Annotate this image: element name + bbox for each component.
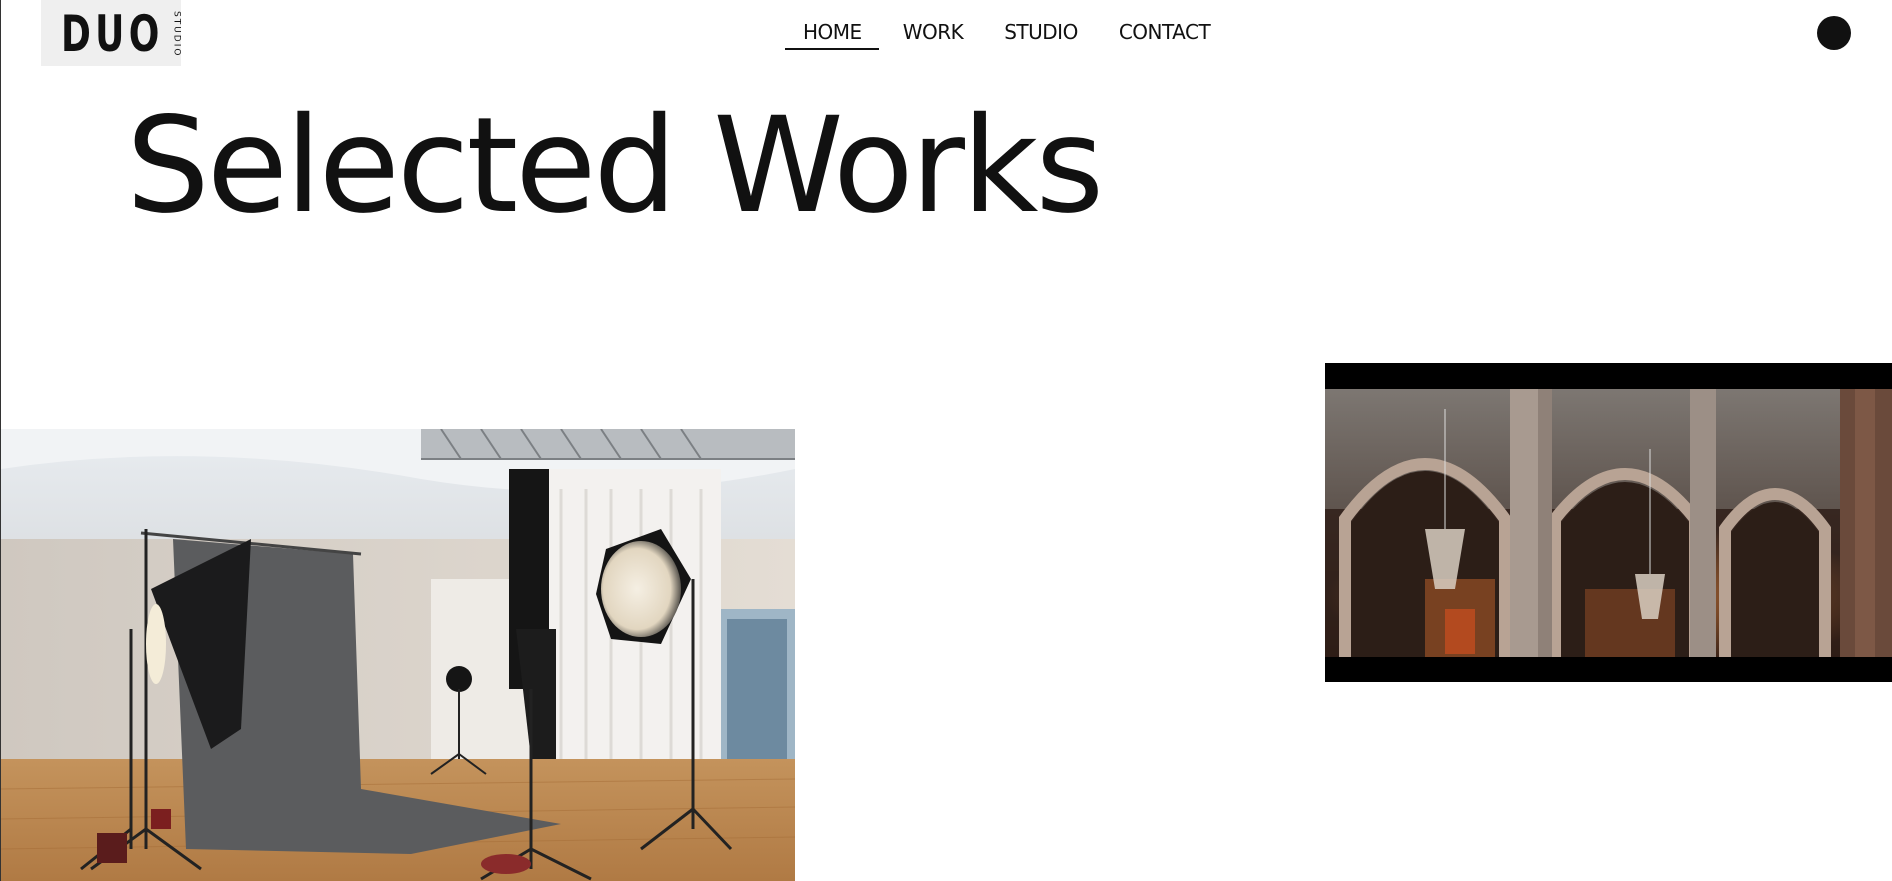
nav-active-underline: [785, 48, 879, 50]
logo-wordmark: DUO: [60, 5, 164, 63]
nav-studio[interactable]: STUDIO: [1004, 18, 1078, 52]
menu-dot-button[interactable]: [1817, 16, 1851, 50]
work-church-video[interactable]: [1325, 363, 1892, 682]
church-video-image: [1325, 389, 1892, 657]
logo[interactable]: DUO STUDIO: [41, 0, 181, 66]
studio-photo-image: [1, 429, 795, 881]
nav-home[interactable]: HOME: [803, 18, 862, 52]
logo-subtitle: STUDIO: [171, 10, 182, 58]
main-nav: HOME WORK STUDIO CONTACT: [785, 18, 1211, 52]
nav-contact[interactable]: CONTACT: [1119, 18, 1211, 52]
page-title: Selected Works: [126, 89, 1104, 243]
nav-work[interactable]: WORK: [903, 18, 964, 52]
work-studio-photo[interactable]: [1, 429, 795, 881]
